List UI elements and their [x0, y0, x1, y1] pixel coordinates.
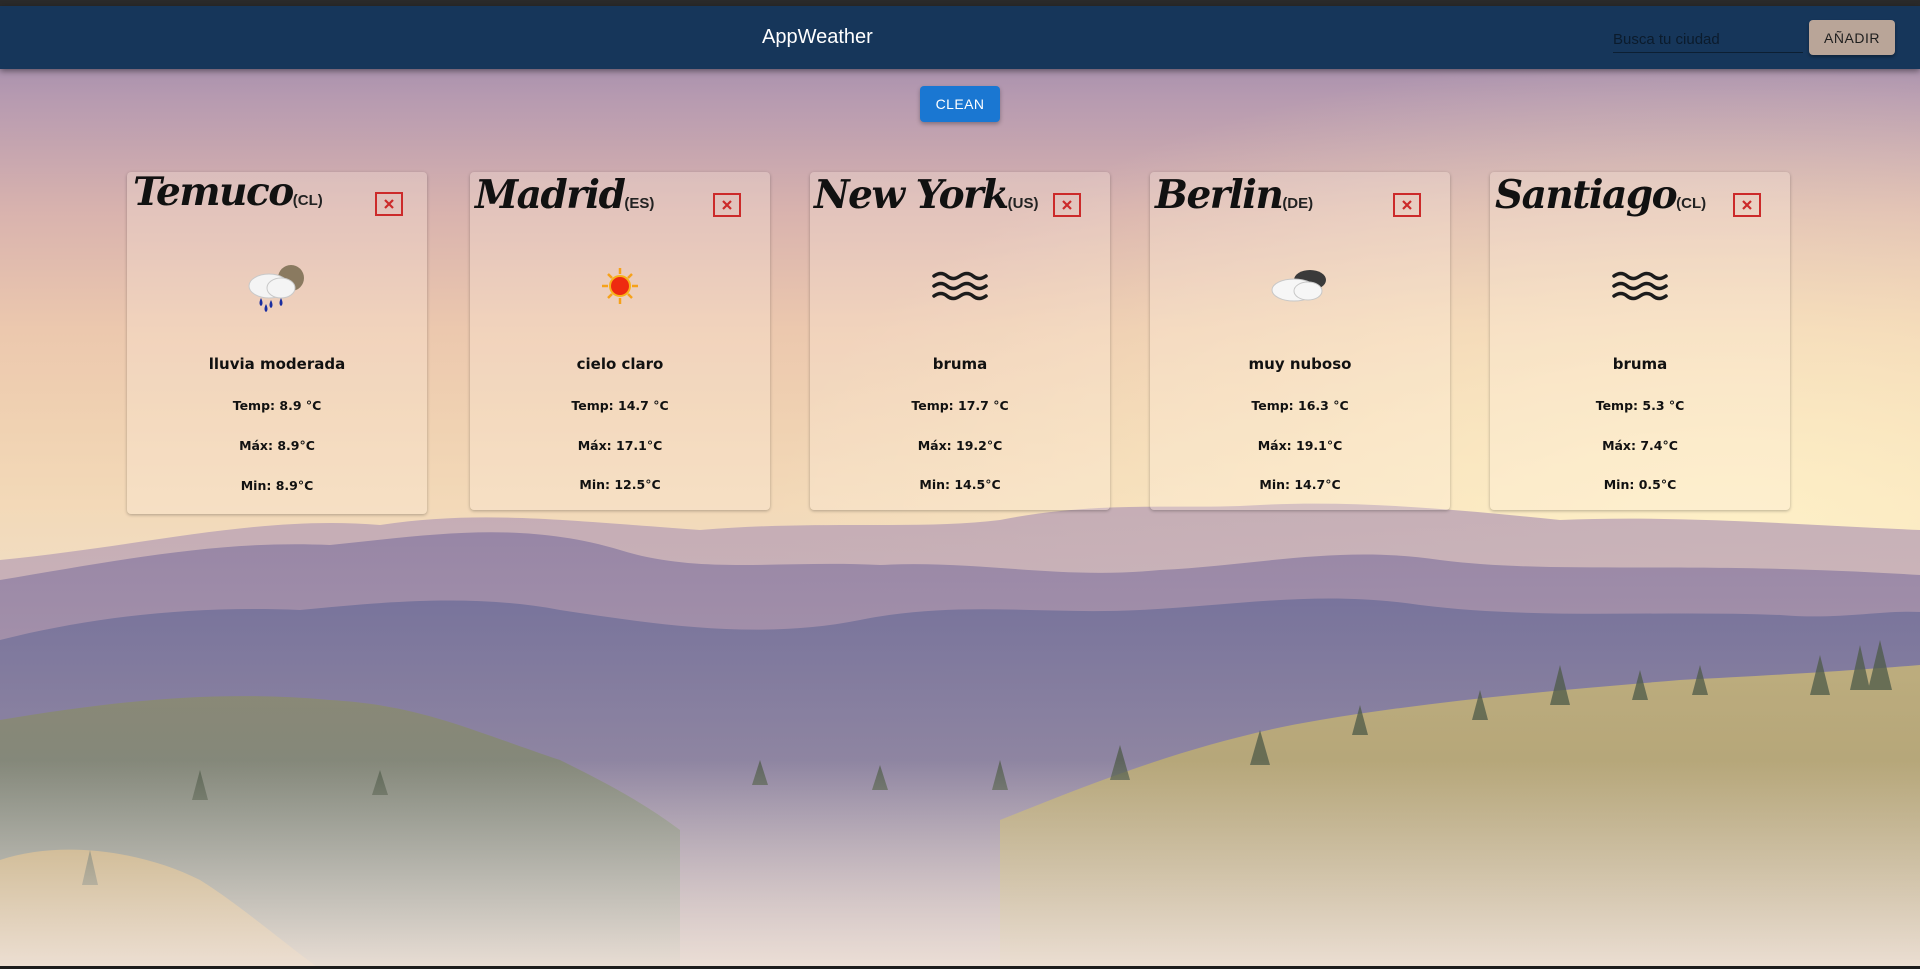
city-name: Berlin	[1155, 172, 1284, 218]
remove-city-button[interactable]	[1393, 193, 1421, 217]
card-title: Santiago(CL)	[1495, 172, 1706, 218]
max-temperature: Máx: 8.9°C	[239, 438, 315, 453]
app-bar: AppWeather AÑADIR	[0, 6, 1920, 69]
card-title: Temuco(CL)	[133, 169, 323, 215]
remove-city-button[interactable]	[1733, 193, 1761, 217]
mist-icon	[932, 271, 988, 301]
min-temperature: Min: 8.9°C	[240, 478, 314, 493]
rain-cloud-icon	[248, 265, 304, 312]
card-title: Madrid(ES)	[475, 172, 654, 218]
min-temperature: Min: 14.7°C	[1259, 477, 1341, 492]
sun-icon	[602, 268, 638, 304]
weather-description: cielo claro	[576, 355, 664, 373]
weather-card-madrid: Madrid(ES) cielo claro Temp: 14.7 °C Máx…	[470, 172, 770, 510]
close-icon	[1742, 200, 1752, 210]
temperature: Temp: 5.3 °C	[1595, 398, 1685, 413]
weather-card-berlin: Berlin(DE) muy nuboso Temp: 16.3 °C Máx:…	[1150, 172, 1450, 510]
country-code: (DE)	[1282, 195, 1314, 212]
country-code: (CL)	[1676, 195, 1707, 212]
min-temperature: Min: 12.5°C	[579, 477, 661, 492]
temperature: Temp: 14.7 °C	[571, 398, 669, 413]
remove-city-button[interactable]	[375, 192, 403, 216]
mist-icon	[1612, 271, 1668, 301]
temperature: Temp: 17.7 °C	[911, 398, 1009, 413]
city-search-input[interactable]	[1613, 26, 1803, 53]
max-temperature: Máx: 7.4°C	[1602, 438, 1678, 453]
country-code: (CL)	[292, 192, 323, 209]
min-temperature: Min: 0.5°C	[1603, 477, 1677, 492]
weather-card-santiago: Santiago(CL) bruma Temp: 5.3 °C Máx: 7.4…	[1490, 172, 1790, 510]
close-icon	[722, 200, 732, 210]
close-icon	[1062, 200, 1072, 210]
city-name: Madrid	[475, 172, 626, 218]
temperature: Temp: 8.9 °C	[232, 398, 322, 413]
close-icon	[384, 199, 394, 209]
app-title: AppWeather	[762, 26, 873, 48]
add-city-button[interactable]: AÑADIR	[1809, 20, 1895, 55]
temperature: Temp: 16.3 °C	[1251, 398, 1349, 413]
close-icon	[1402, 200, 1412, 210]
city-name: New York	[814, 172, 1009, 218]
weather-card-new-york: New York(US) bruma Temp: 17.7 °C Máx: 19…	[810, 172, 1110, 510]
city-name: Temuco	[133, 169, 294, 215]
weather-card-temuco: Temuco(CL) lluvia moderada Temp: 8.9 °C …	[127, 169, 427, 514]
broken-clouds-icon	[1271, 270, 1326, 302]
max-temperature: Máx: 19.1°C	[1257, 438, 1343, 453]
remove-city-button[interactable]	[1053, 193, 1081, 217]
weather-description: bruma	[932, 355, 988, 373]
country-code: (ES)	[624, 195, 655, 212]
weather-description: lluvia moderada	[208, 355, 346, 373]
remove-city-button[interactable]	[713, 193, 741, 217]
city-name: Santiago	[1495, 172, 1678, 218]
country-code: (US)	[1007, 195, 1039, 212]
max-temperature: Máx: 17.1°C	[577, 438, 663, 453]
weather-description: bruma	[1612, 355, 1668, 373]
card-title: New York(US)	[814, 172, 1038, 218]
card-title: Berlin(DE)	[1155, 172, 1313, 218]
clean-button[interactable]: CLEAN	[920, 86, 1000, 122]
min-temperature: Min: 14.5°C	[919, 477, 1001, 492]
max-temperature: Máx: 19.2°C	[917, 438, 1003, 453]
weather-description: muy nuboso	[1248, 355, 1352, 373]
